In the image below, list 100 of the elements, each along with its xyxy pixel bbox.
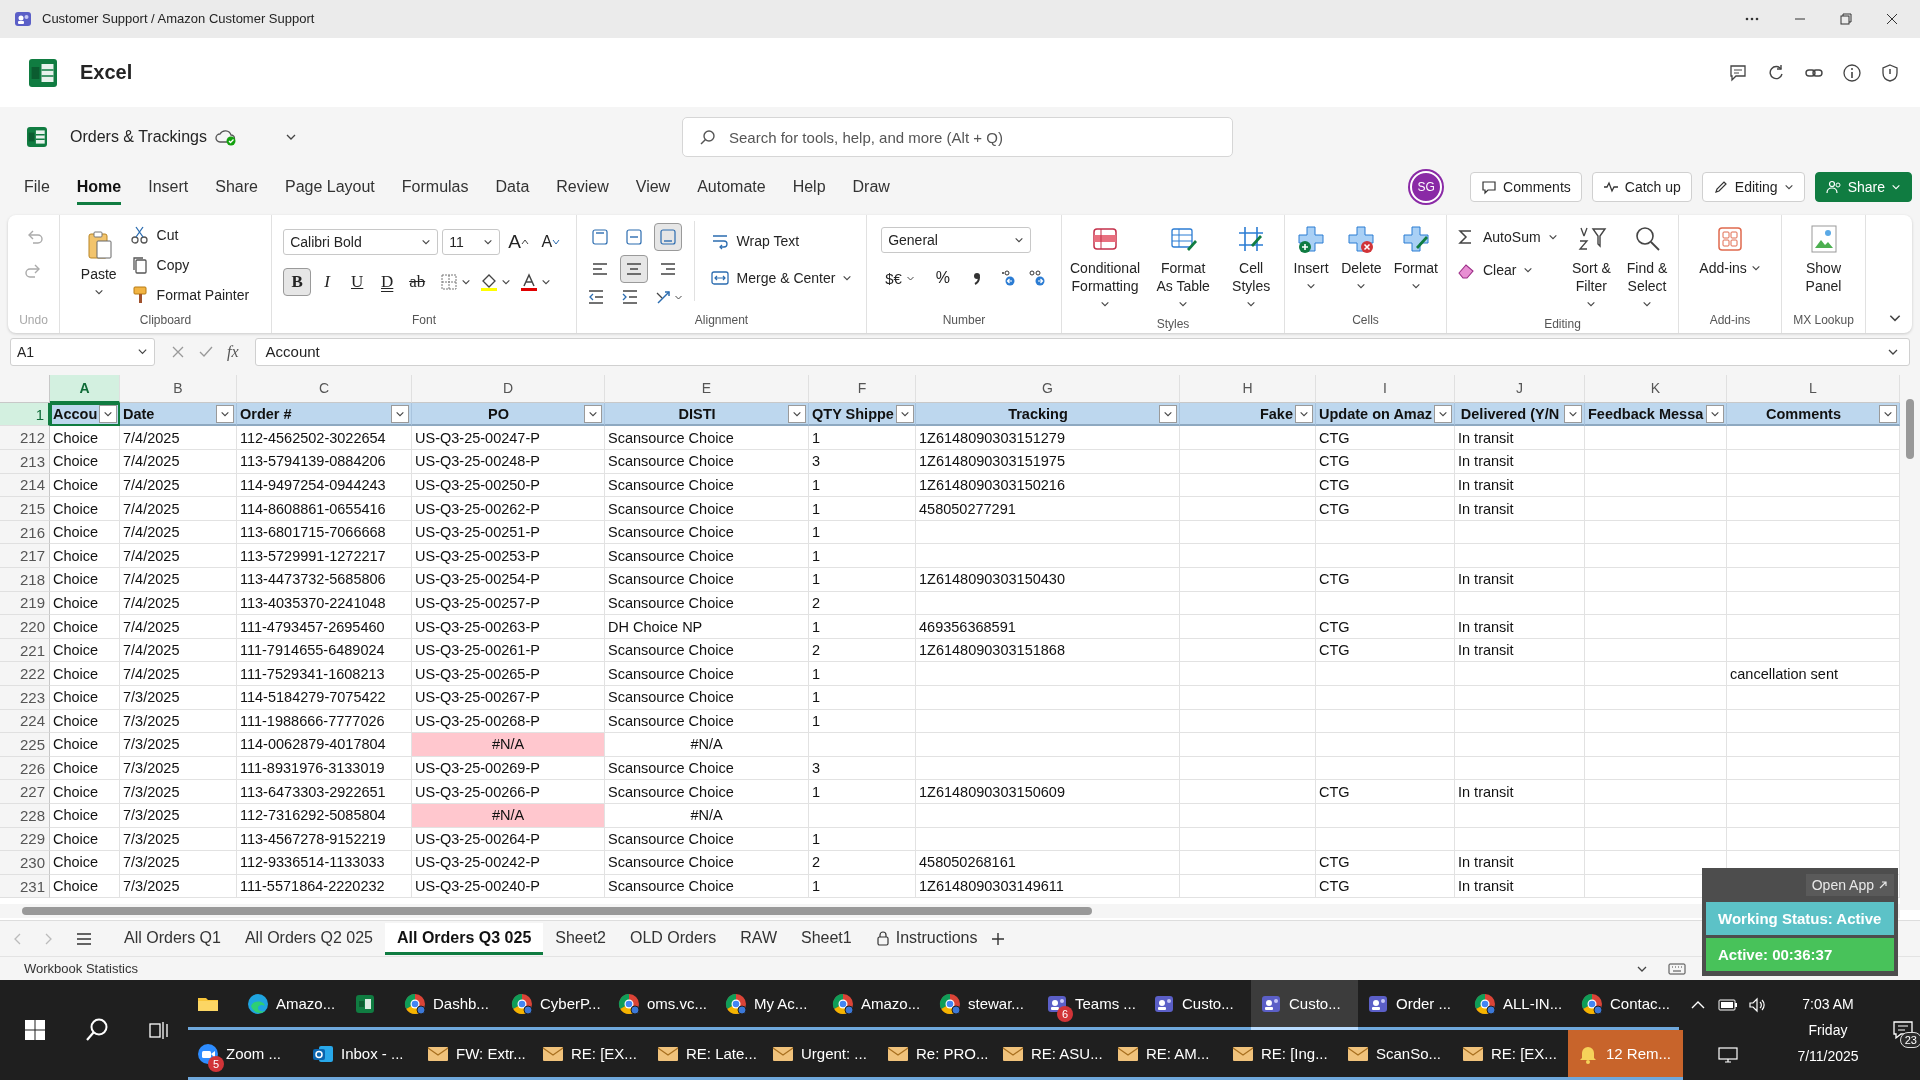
filter-button[interactable] bbox=[788, 404, 806, 423]
underline-button[interactable]: U bbox=[343, 268, 372, 296]
taskbar-item[interactable]: Teams ... 6 bbox=[1037, 980, 1144, 1030]
sheet-tab[interactable]: Sheet1 bbox=[789, 922, 864, 955]
vertical-scrollbar[interactable] bbox=[1900, 374, 1920, 910]
taskbar-item[interactable]: 12 Rem... bbox=[1568, 1030, 1683, 1080]
clear-button[interactable]: Clear bbox=[1451, 256, 1563, 283]
taskbar-item[interactable]: Order ... bbox=[1358, 980, 1465, 1030]
italic-button[interactable]: I bbox=[313, 268, 342, 296]
row-header[interactable]: 222 bbox=[0, 662, 50, 686]
conditional-formatting-button[interactable]: Conditional Formatting bbox=[1066, 221, 1145, 315]
double-underline-button[interactable]: D bbox=[373, 268, 402, 296]
center-button[interactable] bbox=[619, 255, 648, 283]
formula-field[interactable]: Account bbox=[254, 337, 1910, 366]
sheet-tab[interactable]: All Orders Q1 bbox=[112, 922, 233, 955]
taskbar-item[interactable]: stewar... bbox=[930, 980, 1037, 1030]
clock-date[interactable]: 7/11/2025 bbox=[1797, 1048, 1859, 1064]
taskbar-item[interactable]: Re: PRO... bbox=[878, 1030, 993, 1080]
decrease-decimal-icon[interactable] bbox=[1026, 268, 1047, 288]
row-header[interactable]: 213 bbox=[0, 450, 50, 474]
insert-function-button[interactable]: fx bbox=[227, 342, 239, 361]
volume-icon[interactable] bbox=[1748, 997, 1768, 1013]
filter-button[interactable] bbox=[1879, 404, 1897, 423]
cell-styles-button[interactable]: Cell Styles bbox=[1222, 221, 1280, 315]
column-header[interactable]: I bbox=[1316, 374, 1455, 403]
taskbar-item[interactable]: Amazo... bbox=[238, 980, 345, 1030]
borders-icon[interactable] bbox=[439, 272, 460, 292]
filter-button[interactable] bbox=[1564, 404, 1582, 423]
menu-tab[interactable]: Home bbox=[76, 169, 122, 205]
format-button[interactable]: Format bbox=[1389, 221, 1442, 297]
percent-button[interactable]: % bbox=[928, 264, 957, 292]
taskbar-item[interactable]: Zoom ... 5 bbox=[188, 1030, 303, 1080]
sheet-tab[interactable]: RAW bbox=[728, 922, 789, 955]
column-header[interactable]: E bbox=[605, 374, 809, 403]
clock-day[interactable]: Friday bbox=[1808, 1022, 1848, 1038]
column-header[interactable]: F bbox=[809, 374, 916, 403]
row-header[interactable]: 219 bbox=[0, 591, 50, 616]
row-header[interactable]: 224 bbox=[0, 709, 50, 734]
keyboard-icon[interactable] bbox=[1668, 962, 1686, 975]
find-select-button[interactable]: Find & Select bbox=[1620, 221, 1674, 315]
add-sheet-icon[interactable] bbox=[989, 930, 1006, 947]
filter-button[interactable] bbox=[216, 404, 234, 423]
taskbar-item[interactable]: CyberP... bbox=[502, 980, 609, 1030]
column-header[interactable]: B bbox=[120, 374, 237, 403]
add-ins-button[interactable]: Add-ins bbox=[1695, 221, 1765, 279]
taskbar-item[interactable]: Custo... bbox=[1251, 980, 1358, 1030]
sort-filter-button[interactable]: Sort & Filter bbox=[1566, 221, 1617, 315]
menu-tab[interactable]: Automate bbox=[697, 169, 766, 205]
row-header[interactable]: 212 bbox=[0, 426, 50, 451]
paste-button[interactable]: Paste bbox=[76, 221, 121, 299]
editing-button[interactable]: Editing bbox=[1701, 172, 1805, 203]
row-header[interactable]: 220 bbox=[0, 615, 50, 639]
document-name[interactable]: Orders & Trackings bbox=[70, 128, 207, 147]
font-size-dropdown[interactable]: 11 bbox=[442, 229, 501, 255]
filter-button[interactable] bbox=[391, 404, 409, 423]
row-header[interactable]: 231 bbox=[0, 874, 50, 899]
search-field[interactable]: Search for tools, help, and more (Alt + Q) bbox=[682, 117, 1233, 158]
taskbar-item[interactable]: oms.vc... bbox=[609, 980, 716, 1030]
comments-button[interactable]: Comments bbox=[1470, 172, 1582, 203]
filter-button[interactable] bbox=[895, 404, 914, 423]
menu-icon[interactable] bbox=[76, 931, 92, 946]
clock-time[interactable]: 7:03 AM bbox=[1802, 996, 1854, 1012]
taskbar-item[interactable]: ScanSo... bbox=[1338, 1030, 1453, 1080]
number-format-dropdown[interactable]: General bbox=[881, 227, 1032, 253]
insert-button[interactable]: Insert bbox=[1289, 221, 1334, 297]
menu-tab[interactable]: Draw bbox=[852, 169, 890, 205]
open-app-button[interactable]: Open App bbox=[1805, 874, 1894, 896]
filter-button[interactable] bbox=[1159, 404, 1177, 423]
column-header[interactable]: H bbox=[1180, 374, 1316, 403]
row-header[interactable]: 226 bbox=[0, 756, 50, 781]
taskbar-item[interactable]: RE: AM... bbox=[1108, 1030, 1223, 1080]
sheet-tab[interactable]: Sheet2 bbox=[543, 922, 618, 955]
wrap-text-button[interactable]: Wrap Text bbox=[704, 227, 858, 254]
sheet-tab[interactable]: Instructions bbox=[863, 922, 990, 955]
user-avatar[interactable]: SG bbox=[1410, 171, 1443, 204]
sheet-tab[interactable]: All Orders Q2 025 bbox=[232, 922, 385, 955]
taskbar-item[interactable]: My Ac... bbox=[716, 980, 823, 1030]
close-icon[interactable] bbox=[1886, 12, 1898, 25]
cancel-icon[interactable] bbox=[171, 344, 185, 359]
restore-icon[interactable] bbox=[1840, 12, 1852, 25]
format-painter-button[interactable]: Format Painter bbox=[124, 281, 255, 308]
column-header[interactable]: J bbox=[1455, 374, 1585, 403]
menu-tab[interactable]: Review bbox=[556, 169, 609, 205]
merge-center-button[interactable]: Merge & Center bbox=[704, 264, 858, 291]
row-header[interactable]: 228 bbox=[0, 803, 50, 828]
share-button[interactable]: Share bbox=[1814, 172, 1912, 203]
taskbar-item[interactable]: RE: [Ing... bbox=[1223, 1030, 1338, 1080]
name-box[interactable]: A1 bbox=[10, 337, 155, 366]
taskbar-item[interactable]: RE: ASU... bbox=[993, 1030, 1108, 1080]
row-header[interactable]: 229 bbox=[0, 827, 50, 852]
fill-color-icon[interactable] bbox=[479, 272, 500, 292]
cut-button[interactable]: Cut bbox=[124, 221, 255, 248]
filter-button[interactable] bbox=[99, 404, 118, 423]
row-header[interactable]: 230 bbox=[0, 851, 50, 875]
sheet-tab[interactable]: OLD Orders bbox=[618, 922, 729, 955]
column-header[interactable]: A bbox=[50, 374, 120, 403]
sheet-tab[interactable]: All Orders Q3 025 bbox=[385, 922, 544, 955]
copy-button[interactable]: Copy bbox=[124, 251, 255, 278]
menu-tab[interactable]: File bbox=[24, 169, 50, 205]
menu-tab[interactable]: View bbox=[635, 169, 671, 205]
